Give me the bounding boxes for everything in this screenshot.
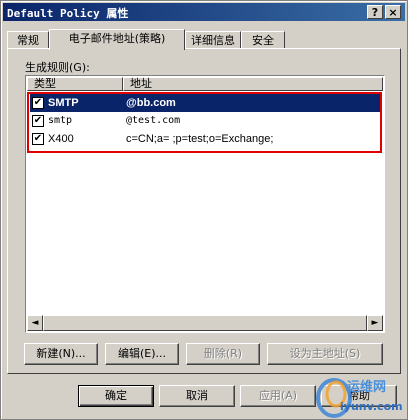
rule-row[interactable]: ✔ smtp @test.com [30,112,382,130]
rule-checkbox[interactable]: ✔ [32,133,44,145]
rule-address: @bb.com [126,97,176,109]
column-header-type[interactable]: 类型 [27,77,123,91]
tab-security[interactable]: 安全 [241,31,285,49]
scroll-right-icon[interactable]: ► [367,315,383,331]
help-title-button[interactable]: ? [367,5,383,19]
rule-checkbox[interactable]: ✔ [32,115,44,127]
set-primary-button[interactable]: 设为主地址(S) [267,343,383,365]
new-button[interactable]: 新建(N)... [24,343,98,365]
rule-checkbox[interactable]: ✔ [32,97,44,109]
remove-button[interactable]: 删除(R) [186,343,260,365]
rule-type: SMTP [48,97,79,109]
watermark-domain: iyunv.com [340,400,403,413]
tab-details[interactable]: 详细信息 [185,31,241,49]
horizontal-scrollbar[interactable]: ◄ ► [27,315,383,331]
cancel-button[interactable]: 取消 [159,385,235,407]
scroll-thumb[interactable] [43,315,367,331]
rule-row[interactable]: ✔ X400 c=CN;a= ;p=test;o=Exchange; [30,130,382,148]
title-bar: Default Policy 属性 ? × [3,3,405,21]
rule-address: @test.com [126,115,181,126]
rule-type: smtp [48,115,73,126]
rule-address: c=CN;a= ;p=test;o=Exchange; [126,133,274,145]
rule-type: X400 [48,133,74,145]
rules-list[interactable]: 类型 地址 ✔ SMTP @bb.com ✔ smtp @test.com ✔ … [25,75,385,333]
watermark-text: 运维网 [347,380,387,395]
watermark-logo: 运维网 iyunv.com [312,370,408,420]
edit-button[interactable]: 编辑(E)... [105,343,179,365]
properties-dialog: Default Policy 属性 ? × 常规 电子邮件地址(策略) 详细信息… [0,0,408,420]
tab-general[interactable]: 常规 [7,31,49,49]
ok-button[interactable]: 确定 [78,385,154,407]
tab-email-addresses[interactable]: 电子邮件地址(策略) [49,29,185,50]
apply-button[interactable]: 应用(A) [240,385,316,407]
scroll-left-icon[interactable]: ◄ [27,315,43,331]
window-title: Default Policy 属性 [7,7,129,20]
close-title-button[interactable]: × [385,5,401,19]
column-header-address[interactable]: 地址 [123,77,383,91]
generation-rules-label: 生成规则(G): [25,61,90,74]
rule-row[interactable]: ✔ SMTP @bb.com [30,94,382,112]
